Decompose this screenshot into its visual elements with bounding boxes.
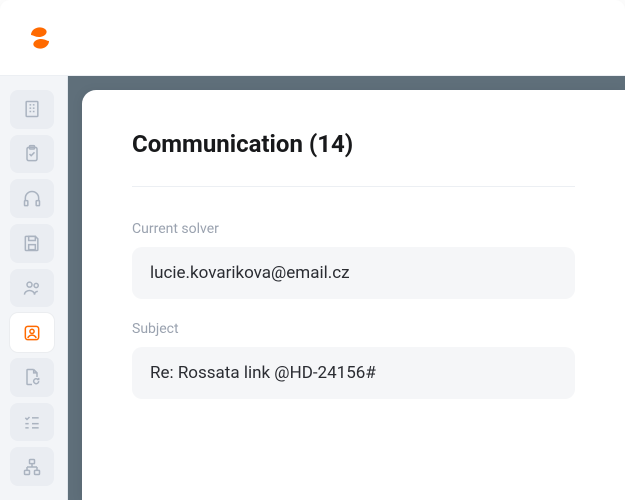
solver-input[interactable] xyxy=(132,247,575,299)
logo-icon xyxy=(25,23,55,53)
solver-label: Current solver xyxy=(132,221,575,237)
field-solver: Current solver xyxy=(132,221,575,299)
sidebar-item-checklist[interactable] xyxy=(10,403,54,442)
refresh-doc-icon xyxy=(22,367,42,387)
disk-icon xyxy=(22,233,42,253)
users-icon xyxy=(22,278,42,298)
building-icon xyxy=(22,99,42,119)
sidebar-item-sitemap[interactable] xyxy=(10,447,54,486)
subject-input[interactable] xyxy=(132,347,575,399)
contact-icon xyxy=(22,323,42,343)
brand-logo xyxy=(24,22,56,54)
sidebar xyxy=(0,76,68,500)
sidebar-item-clipboard[interactable] xyxy=(10,135,54,174)
divider xyxy=(132,186,575,187)
subject-label: Subject xyxy=(132,321,575,337)
sitemap-icon xyxy=(22,457,42,477)
sidebar-item-contact[interactable] xyxy=(10,313,54,352)
sidebar-item-headset[interactable] xyxy=(10,179,54,218)
field-subject: Subject xyxy=(132,321,575,399)
sidebar-item-building[interactable] xyxy=(10,90,54,129)
sidebar-item-disk[interactable] xyxy=(10,224,54,263)
sidebar-item-users[interactable] xyxy=(10,269,54,308)
main-panel: Communication (14) Current solver Subjec… xyxy=(82,90,625,500)
clipboard-icon xyxy=(22,144,42,164)
checklist-icon xyxy=(22,412,42,432)
headset-icon xyxy=(22,189,42,209)
page-title: Communication (14) xyxy=(132,130,575,158)
sidebar-item-refresh-doc[interactable] xyxy=(10,358,54,397)
header xyxy=(0,0,625,76)
